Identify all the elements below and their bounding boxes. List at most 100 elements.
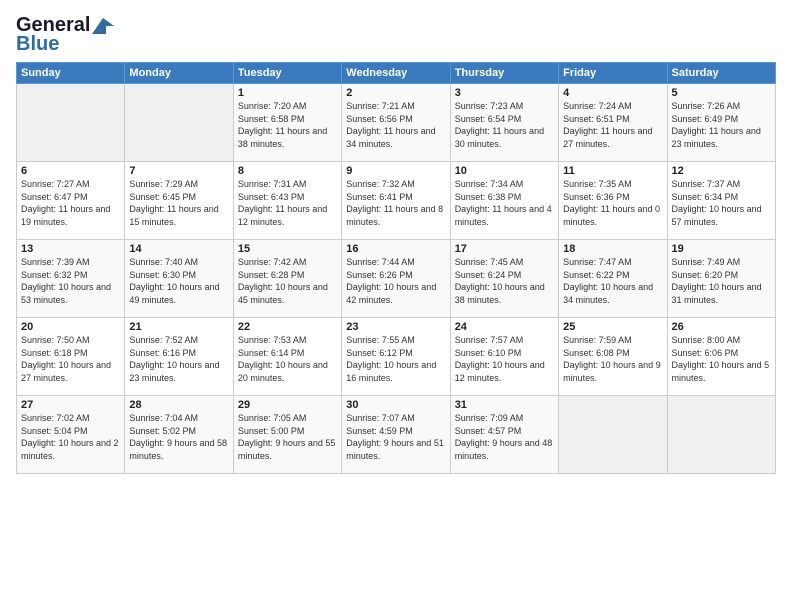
calendar-cell: 5 Sunrise: 7:26 AMSunset: 6:49 PMDayligh… <box>667 84 775 162</box>
day-number: 2 <box>346 87 445 99</box>
calendar-cell: 12 Sunrise: 7:37 AMSunset: 6:34 PMDaylig… <box>667 162 775 240</box>
calendar-cell: 21 Sunrise: 7:52 AMSunset: 6:16 PMDaylig… <box>125 318 233 396</box>
calendar-cell: 11 Sunrise: 7:35 AMSunset: 6:36 PMDaylig… <box>559 162 667 240</box>
day-info: Sunrise: 7:42 AMSunset: 6:28 PMDaylight:… <box>238 256 337 306</box>
day-info: Sunrise: 7:09 AMSunset: 4:57 PMDaylight:… <box>455 412 554 462</box>
weekday-header: Sunday <box>17 63 125 84</box>
calendar-cell: 7 Sunrise: 7:29 AMSunset: 6:45 PMDayligh… <box>125 162 233 240</box>
weekday-header: Friday <box>559 63 667 84</box>
day-info: Sunrise: 7:20 AMSunset: 6:58 PMDaylight:… <box>238 100 337 150</box>
calendar-cell: 2 Sunrise: 7:21 AMSunset: 6:56 PMDayligh… <box>342 84 450 162</box>
day-number: 21 <box>129 321 228 333</box>
day-number: 29 <box>238 399 337 411</box>
calendar-cell: 3 Sunrise: 7:23 AMSunset: 6:54 PMDayligh… <box>450 84 558 162</box>
logo: General Blue <box>16 14 114 56</box>
calendar-table: SundayMondayTuesdayWednesdayThursdayFrid… <box>16 62 776 474</box>
calendar-cell: 28 Sunrise: 7:04 AMSunset: 5:02 PMDaylig… <box>125 396 233 474</box>
day-number: 30 <box>346 399 445 411</box>
day-number: 31 <box>455 399 554 411</box>
weekday-header: Monday <box>125 63 233 84</box>
day-info: Sunrise: 7:53 AMSunset: 6:14 PMDaylight:… <box>238 334 337 384</box>
calendar-cell: 17 Sunrise: 7:45 AMSunset: 6:24 PMDaylig… <box>450 240 558 318</box>
day-number: 23 <box>346 321 445 333</box>
day-number: 5 <box>672 87 771 99</box>
day-info: Sunrise: 7:49 AMSunset: 6:20 PMDaylight:… <box>672 256 771 306</box>
day-info: Sunrise: 7:55 AMSunset: 6:12 PMDaylight:… <box>346 334 445 384</box>
day-number: 12 <box>672 165 771 177</box>
day-info: Sunrise: 7:07 AMSunset: 4:59 PMDaylight:… <box>346 412 445 462</box>
day-number: 9 <box>346 165 445 177</box>
calendar-cell: 6 Sunrise: 7:27 AMSunset: 6:47 PMDayligh… <box>17 162 125 240</box>
day-number: 10 <box>455 165 554 177</box>
day-info: Sunrise: 7:57 AMSunset: 6:10 PMDaylight:… <box>455 334 554 384</box>
day-info: Sunrise: 7:31 AMSunset: 6:43 PMDaylight:… <box>238 178 337 228</box>
day-number: 4 <box>563 87 662 99</box>
calendar-cell: 1 Sunrise: 7:20 AMSunset: 6:58 PMDayligh… <box>233 84 341 162</box>
day-number: 17 <box>455 243 554 255</box>
weekday-header: Thursday <box>450 63 558 84</box>
calendar-cell: 14 Sunrise: 7:40 AMSunset: 6:30 PMDaylig… <box>125 240 233 318</box>
calendar-cell <box>17 84 125 162</box>
day-info: Sunrise: 7:39 AMSunset: 6:32 PMDaylight:… <box>21 256 120 306</box>
calendar-week: 6 Sunrise: 7:27 AMSunset: 6:47 PMDayligh… <box>17 162 776 240</box>
day-info: Sunrise: 7:02 AMSunset: 5:04 PMDaylight:… <box>21 412 120 462</box>
day-number: 24 <box>455 321 554 333</box>
day-info: Sunrise: 7:27 AMSunset: 6:47 PMDaylight:… <box>21 178 120 228</box>
weekday-header: Saturday <box>667 63 775 84</box>
calendar-cell: 25 Sunrise: 7:59 AMSunset: 6:08 PMDaylig… <box>559 318 667 396</box>
day-info: Sunrise: 7:40 AMSunset: 6:30 PMDaylight:… <box>129 256 228 306</box>
day-number: 15 <box>238 243 337 255</box>
day-info: Sunrise: 7:50 AMSunset: 6:18 PMDaylight:… <box>21 334 120 384</box>
calendar-cell: 22 Sunrise: 7:53 AMSunset: 6:14 PMDaylig… <box>233 318 341 396</box>
day-info: Sunrise: 7:32 AMSunset: 6:41 PMDaylight:… <box>346 178 445 228</box>
day-info: Sunrise: 7:35 AMSunset: 6:36 PMDaylight:… <box>563 178 662 228</box>
day-info: Sunrise: 7:26 AMSunset: 6:49 PMDaylight:… <box>672 100 771 150</box>
day-info: Sunrise: 7:44 AMSunset: 6:26 PMDaylight:… <box>346 256 445 306</box>
day-info: Sunrise: 7:45 AMSunset: 6:24 PMDaylight:… <box>455 256 554 306</box>
day-number: 7 <box>129 165 228 177</box>
day-number: 13 <box>21 243 120 255</box>
day-info: Sunrise: 7:29 AMSunset: 6:45 PMDaylight:… <box>129 178 228 228</box>
calendar-cell: 4 Sunrise: 7:24 AMSunset: 6:51 PMDayligh… <box>559 84 667 162</box>
calendar-cell: 24 Sunrise: 7:57 AMSunset: 6:10 PMDaylig… <box>450 318 558 396</box>
day-number: 26 <box>672 321 771 333</box>
calendar-cell: 9 Sunrise: 7:32 AMSunset: 6:41 PMDayligh… <box>342 162 450 240</box>
calendar-week: 13 Sunrise: 7:39 AMSunset: 6:32 PMDaylig… <box>17 240 776 318</box>
calendar-header: SundayMondayTuesdayWednesdayThursdayFrid… <box>17 63 776 84</box>
day-number: 11 <box>563 165 662 177</box>
calendar-cell: 23 Sunrise: 7:55 AMSunset: 6:12 PMDaylig… <box>342 318 450 396</box>
day-number: 6 <box>21 165 120 177</box>
calendar-cell <box>559 396 667 474</box>
day-number: 28 <box>129 399 228 411</box>
day-number: 18 <box>563 243 662 255</box>
calendar-week: 27 Sunrise: 7:02 AMSunset: 5:04 PMDaylig… <box>17 396 776 474</box>
day-number: 14 <box>129 243 228 255</box>
day-info: Sunrise: 7:59 AMSunset: 6:08 PMDaylight:… <box>563 334 662 384</box>
day-info: Sunrise: 7:23 AMSunset: 6:54 PMDaylight:… <box>455 100 554 150</box>
day-info: Sunrise: 7:04 AMSunset: 5:02 PMDaylight:… <box>129 412 228 462</box>
weekday-header: Tuesday <box>233 63 341 84</box>
day-number: 27 <box>21 399 120 411</box>
calendar-cell: 26 Sunrise: 8:00 AMSunset: 6:06 PMDaylig… <box>667 318 775 396</box>
calendar-cell: 20 Sunrise: 7:50 AMSunset: 6:18 PMDaylig… <box>17 318 125 396</box>
logo-icon <box>92 18 114 34</box>
day-number: 1 <box>238 87 337 99</box>
day-number: 8 <box>238 165 337 177</box>
calendar-cell: 16 Sunrise: 7:44 AMSunset: 6:26 PMDaylig… <box>342 240 450 318</box>
day-info: Sunrise: 7:34 AMSunset: 6:38 PMDaylight:… <box>455 178 554 228</box>
calendar-cell: 15 Sunrise: 7:42 AMSunset: 6:28 PMDaylig… <box>233 240 341 318</box>
calendar-week: 20 Sunrise: 7:50 AMSunset: 6:18 PMDaylig… <box>17 318 776 396</box>
logo-blue: Blue <box>16 33 59 56</box>
day-info: Sunrise: 7:24 AMSunset: 6:51 PMDaylight:… <box>563 100 662 150</box>
calendar-cell: 8 Sunrise: 7:31 AMSunset: 6:43 PMDayligh… <box>233 162 341 240</box>
day-number: 22 <box>238 321 337 333</box>
calendar-cell: 27 Sunrise: 7:02 AMSunset: 5:04 PMDaylig… <box>17 396 125 474</box>
day-number: 3 <box>455 87 554 99</box>
day-info: Sunrise: 7:37 AMSunset: 6:34 PMDaylight:… <box>672 178 771 228</box>
calendar-cell: 31 Sunrise: 7:09 AMSunset: 4:57 PMDaylig… <box>450 396 558 474</box>
day-number: 25 <box>563 321 662 333</box>
day-number: 19 <box>672 243 771 255</box>
calendar-body: 1 Sunrise: 7:20 AMSunset: 6:58 PMDayligh… <box>17 84 776 474</box>
day-info: Sunrise: 8:00 AMSunset: 6:06 PMDaylight:… <box>672 334 771 384</box>
day-info: Sunrise: 7:52 AMSunset: 6:16 PMDaylight:… <box>129 334 228 384</box>
